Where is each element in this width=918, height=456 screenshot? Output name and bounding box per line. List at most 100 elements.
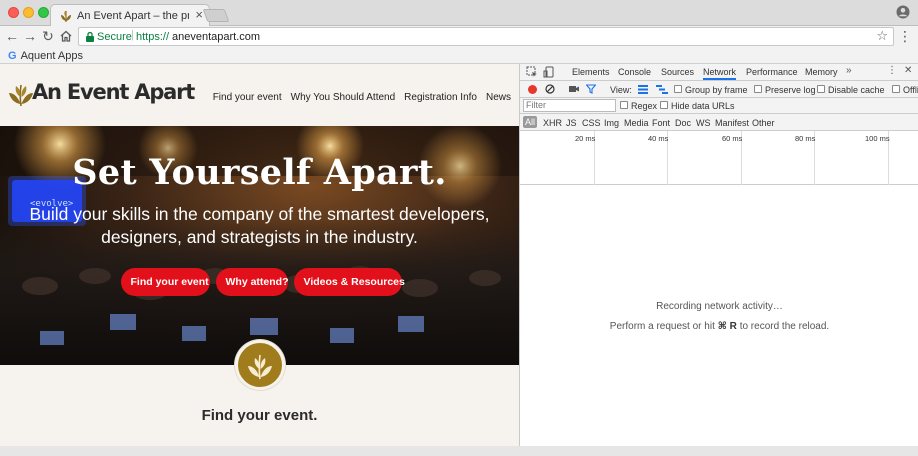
type-filter-manifest[interactable]: Manifest	[715, 118, 749, 128]
site-logo[interactable]: An Event Apart	[32, 80, 195, 104]
type-filter-xhr[interactable]: XHR	[543, 118, 562, 128]
filter-input[interactable]: Filter	[523, 99, 616, 112]
timeline-tick-label: 20 ms	[575, 134, 596, 143]
home-icon[interactable]	[59, 29, 73, 43]
timeline-tick-label: 80 ms	[795, 134, 816, 143]
device-toggle-icon[interactable]	[543, 66, 555, 78]
devtools-tab-performance[interactable]: Performance	[746, 67, 798, 77]
videos-resources-button[interactable]: Videos & Resources	[293, 268, 405, 296]
bookmark-item[interactable]: G Aquent Apps	[8, 49, 83, 63]
type-filter-media[interactable]: Media	[624, 118, 649, 128]
laurel-logo-icon[interactable]	[8, 82, 34, 108]
type-filter-other[interactable]: Other	[752, 118, 775, 128]
type-filter-font[interactable]: Font	[652, 118, 670, 128]
large-rows-icon[interactable]	[638, 85, 648, 94]
clear-icon[interactable]	[545, 84, 555, 94]
new-tab-button[interactable]	[202, 9, 230, 22]
browser-menu-icon[interactable]: ⋮	[898, 28, 912, 45]
tab-title: An Event Apart – the premiere	[77, 10, 189, 22]
regex-label: Regex	[631, 101, 658, 111]
url-scheme: https://	[136, 31, 170, 43]
view-label: View:	[610, 85, 632, 95]
type-filter-img[interactable]: Img	[604, 118, 619, 128]
back-icon[interactable]: ←	[4, 28, 20, 44]
reload-shortcut: ⌘ R	[717, 321, 737, 332]
network-toolbar: View: Group by frame Preserve log Disabl…	[520, 81, 918, 98]
browser-toolbar: ← → ↻ Secure | https:// aneventapart.com…	[0, 26, 918, 48]
filter-bar: Filter Regex Hide data URLs	[520, 98, 918, 114]
minimize-window-button[interactable]	[23, 7, 34, 18]
regex-checkbox[interactable]	[620, 101, 628, 109]
hide-data-urls-label: Hide data URLs	[671, 101, 735, 111]
address-bar[interactable]: Secure | https:// aneventapart.com ☆	[78, 27, 894, 46]
type-filter-doc[interactable]: Doc	[675, 118, 691, 128]
close-window-button[interactable]	[8, 7, 19, 18]
site-header: An Event Apart Find your event Why You S…	[0, 64, 519, 126]
offline-checkbox[interactable]	[892, 85, 900, 93]
recording-message: Recording network activity…	[656, 301, 783, 312]
resource-type-filter: All XHR JS CSS Img Media Font Doc WS Man…	[520, 114, 918, 131]
inspect-icon[interactable]	[526, 66, 538, 78]
hide-data-urls-checkbox[interactable]	[660, 101, 668, 109]
offline-label: Offli	[903, 85, 918, 95]
reload-hint-suffix: to record the reload.	[739, 321, 830, 332]
type-filter-css[interactable]: CSS	[582, 118, 601, 128]
disable-cache-checkbox[interactable]	[817, 85, 825, 93]
nav-find-event[interactable]: Find your event	[213, 92, 282, 103]
forward-icon[interactable]: →	[22, 28, 38, 44]
nav-registration[interactable]: Registration Info	[404, 92, 477, 103]
type-filter-ws[interactable]: WS	[696, 118, 711, 128]
devtools-more-tabs-icon[interactable]: »	[846, 65, 852, 76]
page-viewport: An Event Apart Find your event Why You S…	[0, 64, 519, 446]
site-nav: Find your event Why You Should Attend Re…	[213, 92, 511, 103]
hero-subtitle: Build your skills in the company of the …	[29, 204, 490, 247]
find-your-event-button[interactable]: Find your event	[120, 268, 210, 296]
devtools-panel: Elements Console Sources Network Perform…	[519, 64, 918, 446]
devtools-close-icon[interactable]: ✕	[904, 65, 912, 76]
laurel-badge	[235, 340, 285, 390]
reload-hint: Perform a request or hit ⌘ R to record t…	[520, 321, 918, 332]
group-by-frame-label: Group by frame	[685, 85, 748, 95]
laurel-icon	[248, 354, 272, 380]
nav-news[interactable]: News	[486, 92, 511, 103]
group-by-frame-checkbox[interactable]	[674, 85, 682, 93]
devtools-tab-elements[interactable]: Elements	[572, 67, 610, 77]
devtools-menu-icon[interactable]: ⋮	[887, 65, 897, 76]
bookmarks-bar: G Aquent Apps	[0, 48, 918, 64]
reload-icon[interactable]: ↻	[40, 28, 56, 44]
devtools-tab-sources[interactable]: Sources	[661, 67, 694, 77]
network-timeline: 20 ms 40 ms 60 ms 80 ms 100 ms	[520, 131, 918, 185]
type-filter-all[interactable]: All	[523, 116, 538, 128]
bookmark-star-icon[interactable]: ☆	[876, 28, 888, 44]
tab-strip: An Event Apart – the premiere ×	[0, 0, 918, 27]
window-bottom-edge	[0, 446, 918, 456]
type-filter-js[interactable]: JS	[566, 118, 577, 128]
disable-cache-label: Disable cache	[828, 85, 885, 95]
browser-tab[interactable]: An Event Apart – the premiere ×	[50, 4, 210, 27]
timeline-tick-label: 40 ms	[648, 134, 669, 143]
favicon-icon	[61, 11, 71, 22]
secure-label: Secure	[97, 31, 132, 43]
hero-banner: <evolve> Set Yourself Apart. Build your …	[0, 126, 519, 365]
tab-close-icon[interactable]: ×	[195, 8, 203, 22]
url-host: aneventapart.com	[172, 31, 261, 43]
profile-icon[interactable]	[896, 5, 910, 19]
nav-why-attend[interactable]: Why You Should Attend	[291, 92, 396, 103]
devtools-tabbar: Elements Console Sources Network Perform…	[520, 64, 918, 81]
why-attend-button[interactable]: Why attend?	[215, 268, 289, 296]
devtools-tab-memory[interactable]: Memory	[805, 67, 838, 77]
url-separator: |	[131, 29, 134, 41]
section-title: Find your event.	[201, 407, 318, 424]
filter-icon[interactable]	[586, 84, 596, 94]
lock-icon	[86, 31, 94, 42]
capture-screenshots-icon[interactable]	[569, 85, 579, 93]
devtools-tab-console[interactable]: Console	[618, 67, 651, 77]
record-icon[interactable]	[528, 85, 537, 94]
maximize-window-button[interactable]	[38, 7, 49, 18]
preserve-log-checkbox[interactable]	[754, 85, 762, 93]
devtools-tab-network[interactable]: Network	[703, 67, 737, 80]
hero-buttons: Find your event Why attend? Videos & Res…	[0, 268, 519, 296]
google-icon: G	[8, 50, 17, 62]
timeline-tick-label: 100 ms	[865, 134, 890, 143]
overview-icon[interactable]	[656, 85, 668, 94]
